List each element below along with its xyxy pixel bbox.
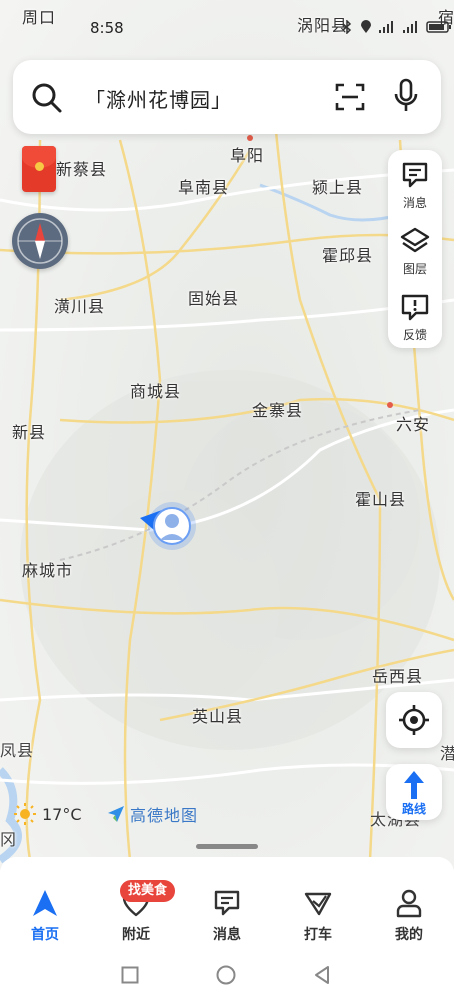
tab-taxi-label: 打车 bbox=[304, 927, 332, 943]
crosshair-icon bbox=[399, 705, 429, 735]
amap-logo-icon bbox=[108, 806, 124, 822]
tool-message-label: 消息 bbox=[402, 196, 427, 210]
place-label-fuyang[interactable]: 阜阳 bbox=[230, 142, 264, 166]
red-packet-icon[interactable] bbox=[22, 146, 56, 192]
tab-messages-label: 消息 bbox=[213, 927, 241, 943]
weather-widget[interactable]: 17°C bbox=[14, 802, 82, 826]
place-label-luan[interactable]: 六安 bbox=[396, 411, 430, 435]
place-label-xincai[interactable]: 新蔡县 bbox=[56, 156, 107, 180]
status-icons bbox=[340, 20, 452, 34]
user-location-marker[interactable] bbox=[136, 500, 198, 554]
tab-home-label: 首页 bbox=[31, 927, 59, 943]
place-label-macheng[interactable]: 麻城市 bbox=[22, 557, 73, 581]
place-label-gushi[interactable]: 固始县 bbox=[188, 285, 239, 309]
layers-icon bbox=[400, 227, 430, 253]
tool-layers[interactable]: 图层 bbox=[388, 220, 442, 280]
map-tools-panel: 消息 图层 反馈 bbox=[388, 150, 442, 348]
route-button-label: 路线 bbox=[401, 802, 426, 816]
search-bar[interactable]: 「滁州花博园」 bbox=[13, 60, 441, 134]
bottom-sheet-handle[interactable] bbox=[196, 844, 258, 849]
place-label-fengxian-partial[interactable]: 凤县 bbox=[0, 737, 34, 761]
system-nav-bar bbox=[0, 950, 454, 1000]
microphone-icon[interactable] bbox=[393, 78, 419, 114]
tab-messages[interactable]: 消息 bbox=[182, 870, 272, 950]
message-icon bbox=[402, 162, 428, 188]
tool-message[interactable]: 消息 bbox=[388, 154, 442, 214]
search-input[interactable]: 「滁州花博园」 bbox=[85, 84, 232, 113]
tool-feedback[interactable]: 反馈 bbox=[388, 286, 442, 346]
feedback-icon bbox=[401, 294, 429, 321]
place-label-jinzhai[interactable]: 金寨县 bbox=[252, 397, 303, 421]
scan-icon[interactable] bbox=[335, 82, 365, 112]
place-label-funan[interactable]: 阜南县 bbox=[178, 174, 229, 198]
sun-icon bbox=[14, 803, 36, 825]
tab-home[interactable]: 首页 bbox=[0, 870, 90, 950]
locate-button[interactable] bbox=[386, 692, 442, 748]
place-label-xinxian[interactable]: 新县 bbox=[12, 419, 46, 443]
tab-profile-label: 我的 bbox=[395, 927, 423, 943]
amap-logo-text: 高德地图 bbox=[130, 806, 199, 825]
red-packet-seal bbox=[35, 162, 44, 171]
place-label-shangcheng[interactable]: 商城县 bbox=[130, 378, 181, 402]
tool-feedback-label: 反馈 bbox=[402, 328, 427, 342]
place-label-yingshang[interactable]: 颍上县 bbox=[312, 174, 363, 198]
tab-taxi[interactable]: 打车 bbox=[273, 870, 363, 950]
status-time: 8:58 bbox=[90, 19, 124, 37]
place-label-left-edge-partial[interactable]: 冈 bbox=[0, 826, 17, 850]
place-label-qian-partial[interactable]: 潜 bbox=[440, 740, 454, 764]
amap-logo: 高德地图 bbox=[106, 802, 198, 826]
signal-4g-icon bbox=[403, 21, 417, 33]
place-label-zhoukou: 周口 bbox=[22, 8, 57, 27]
home-icon[interactable] bbox=[216, 965, 236, 985]
taxi-icon bbox=[304, 892, 332, 916]
route-arrow-icon bbox=[404, 771, 424, 799]
place-label-huoshan[interactable]: 霍山县 bbox=[355, 486, 406, 510]
compass-icon bbox=[17, 218, 63, 264]
signal-5g-icon bbox=[379, 21, 393, 33]
place-label-yingshan[interactable]: 英山县 bbox=[192, 703, 243, 727]
user-icon bbox=[396, 889, 422, 918]
navigation-arrow-icon bbox=[33, 890, 57, 916]
tool-layers-label: 图层 bbox=[402, 262, 427, 276]
recent-apps-icon[interactable] bbox=[121, 966, 139, 984]
bottom-tab-bar: 首页 附近 消息 打车 我的 bbox=[0, 870, 454, 950]
status-bar: 周口 8:58 涡阳县 宿 bbox=[0, 0, 454, 48]
location-pin-icon bbox=[361, 20, 371, 33]
route-button[interactable]: 路线 bbox=[386, 764, 442, 820]
search-icon[interactable] bbox=[31, 82, 63, 114]
back-icon[interactable] bbox=[313, 965, 331, 985]
place-label-huangchuan[interactable]: 潢川县 bbox=[54, 293, 105, 317]
bluetooth-icon bbox=[342, 20, 352, 34]
battery-icon bbox=[426, 21, 451, 33]
message-icon bbox=[214, 890, 240, 916]
place-label-yuexi[interactable]: 岳西县 bbox=[372, 663, 423, 687]
tab-nearby-label: 附近 bbox=[122, 927, 150, 943]
compass-button[interactable] bbox=[12, 213, 68, 269]
tab-profile[interactable]: 我的 bbox=[364, 870, 454, 950]
weather-temperature: 17°C bbox=[42, 804, 82, 824]
place-label-huoqiu[interactable]: 霍邱县 bbox=[322, 242, 373, 266]
nearby-food-badge[interactable]: 找美食 bbox=[120, 880, 176, 902]
